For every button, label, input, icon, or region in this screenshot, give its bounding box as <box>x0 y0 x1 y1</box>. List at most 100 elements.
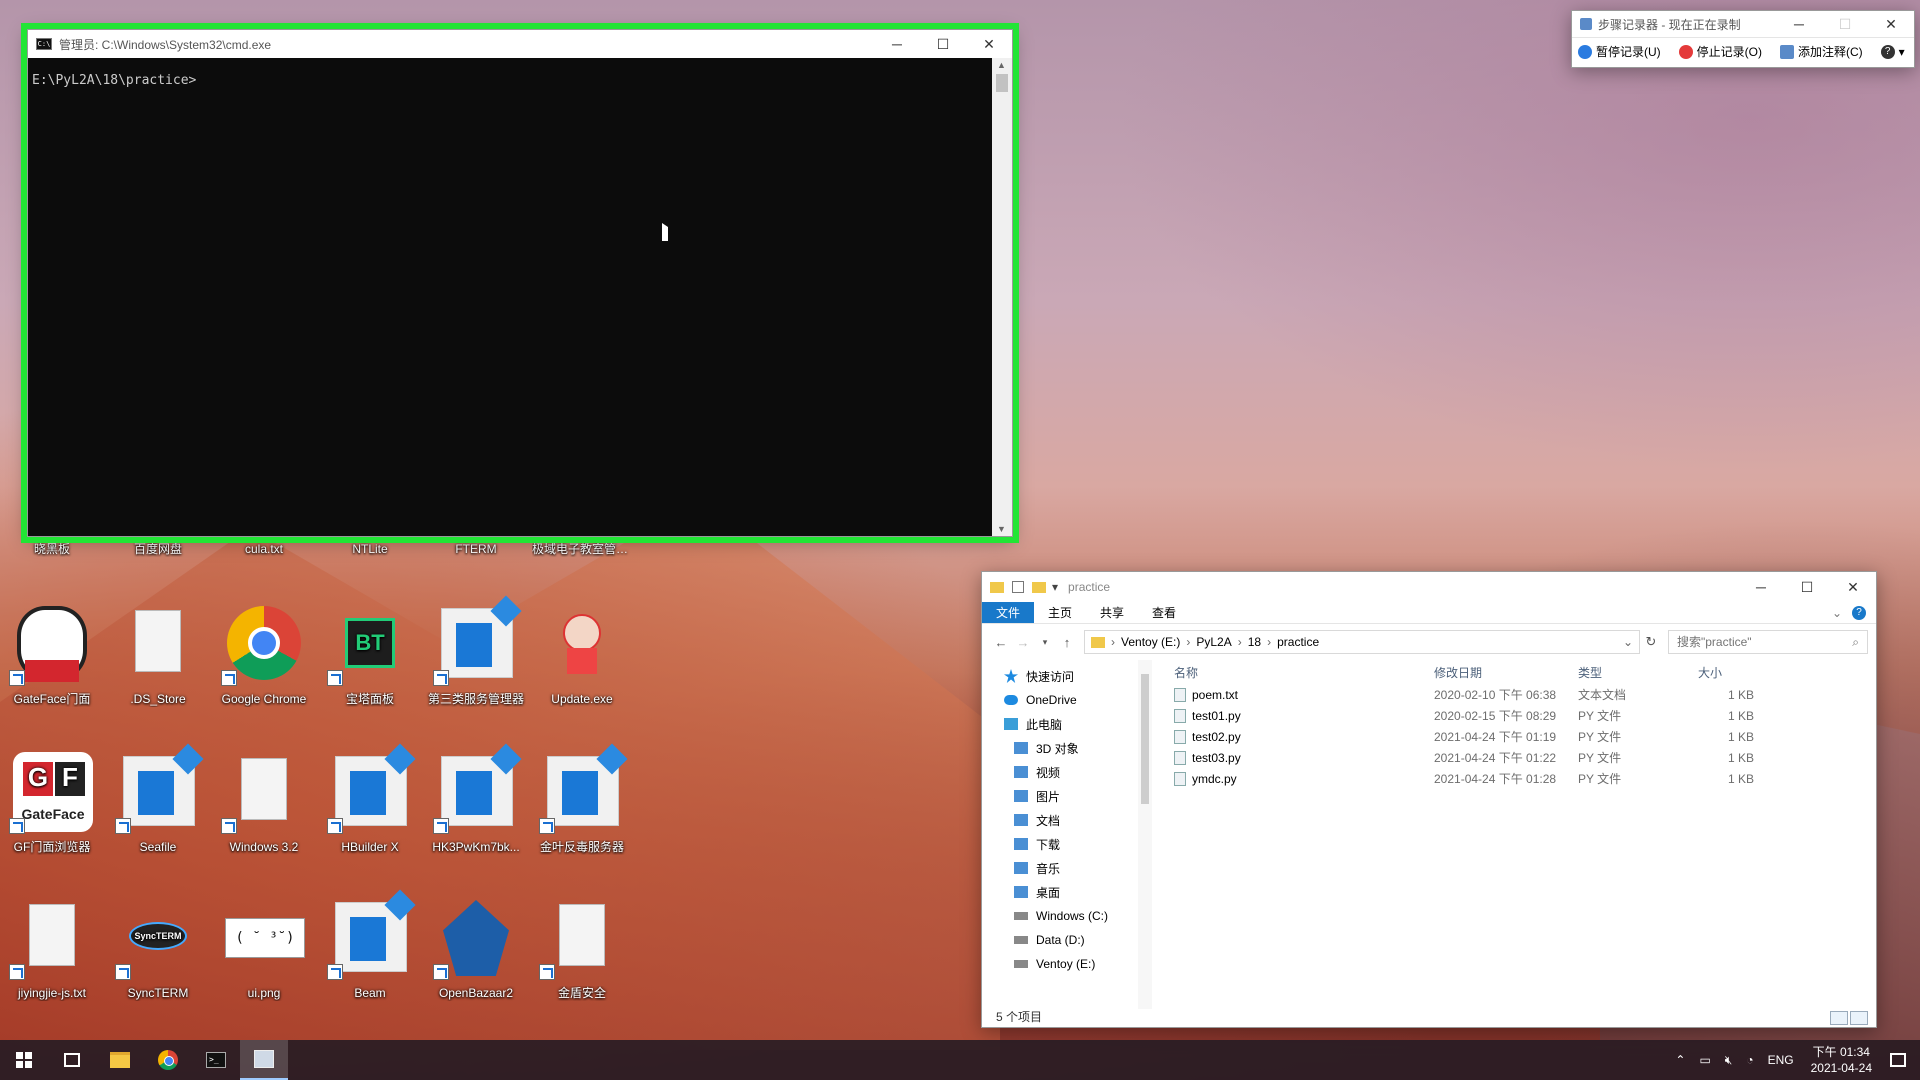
task-view-button[interactable] <box>48 1040 96 1080</box>
desktop-icon[interactable]: Update.exe <box>532 600 632 730</box>
scroll-thumb[interactable] <box>1141 674 1149 804</box>
minimize-button[interactable]: ─ <box>874 29 920 59</box>
volume-muted-icon[interactable]: 🔇︎ <box>1725 1053 1733 1068</box>
nav-item[interactable]: 图片 <box>982 784 1152 808</box>
desktop-icon[interactable]: .DS_Store <box>108 600 208 730</box>
column-size[interactable]: 大小 <box>1694 664 1754 681</box>
taskbar-file-explorer[interactable] <box>96 1040 144 1080</box>
tab-home[interactable]: 主页 <box>1034 602 1086 623</box>
input-language[interactable]: ENG <box>1768 1053 1794 1067</box>
desktop-icon[interactable]: HBuilder X <box>320 743 420 878</box>
cmd-window[interactable]: C:\ 管理员: C:\Windows\System32\cmd.exe ─ ☐… <box>27 29 1013 537</box>
nav-item[interactable]: 3D 对象 <box>982 736 1152 760</box>
nav-item[interactable]: 快速访问 <box>982 664 1152 688</box>
taskbar-cmd[interactable]: >_ <box>192 1040 240 1080</box>
breadcrumb-ventoy[interactable]: Ventoy (E:) <box>1121 635 1180 649</box>
cmd-console[interactable]: E:\PyL2A\18\practice> <box>28 58 994 536</box>
desktop-icon[interactable]: ( ˘ ³˘) ui.png <box>214 894 314 1024</box>
help-icon[interactable]: ? <box>1852 606 1866 620</box>
up-button[interactable]: ↑ <box>1056 635 1078 650</box>
search-input[interactable] <box>1677 635 1853 649</box>
file-row[interactable]: poem.txt 2020-02-10 下午 06:38 文本文档 1 KB <box>1170 684 1876 705</box>
desktop-icon[interactable]: jiyingjie-js.txt <box>2 894 102 1024</box>
maximize-button[interactable]: ☐ <box>1784 572 1830 602</box>
refresh-button[interactable]: ↻ <box>1640 634 1662 650</box>
steps-recorder-window[interactable]: 步骤记录器 - 现在正在录制 ─ ☐ ✕ 暂停记录(U) 停止记录(O) 添加注… <box>1571 10 1915 68</box>
nav-item[interactable]: 下载 <box>982 832 1152 856</box>
file-row[interactable]: test01.py 2020-02-15 下午 08:29 PY 文件 1 KB <box>1170 705 1876 726</box>
clock[interactable]: 下午 01:34 2021-04-24 <box>1811 1044 1872 1076</box>
file-list-pane[interactable]: 名称 修改日期 类型 大小 poem.txt 2020-02-10 下午 06:3… <box>1152 660 1876 1009</box>
column-date[interactable]: 修改日期 <box>1430 664 1574 681</box>
chevron-right-icon[interactable]: › <box>1111 635 1115 649</box>
battery-icon[interactable]: ▭ <box>1699 1053 1710 1067</box>
desktop-icon[interactable]: 金盾安全 <box>532 894 632 1024</box>
nav-item[interactable]: 音乐 <box>982 856 1152 880</box>
breadcrumb-18[interactable]: 18 <box>1248 635 1261 649</box>
nav-item[interactable]: 桌面 <box>982 880 1152 904</box>
maximize-button[interactable]: ☐ <box>1822 9 1868 39</box>
close-button[interactable]: ✕ <box>1868 9 1914 39</box>
maximize-button[interactable]: ☐ <box>920 29 966 59</box>
psr-titlebar[interactable]: 步骤记录器 - 现在正在录制 ─ ☐ ✕ <box>1572 11 1914 37</box>
breadcrumb-pyl2a[interactable]: PyL2A <box>1196 635 1231 649</box>
taskbar-chrome[interactable] <box>144 1040 192 1080</box>
tab-file[interactable]: 文件 <box>982 602 1035 623</box>
back-button[interactable]: ← <box>990 635 1012 650</box>
nav-item[interactable]: Ventoy (E:) <box>982 952 1152 976</box>
column-name[interactable]: 名称 <box>1170 664 1430 681</box>
desktop-icon[interactable]: 金叶反毒服务器 <box>532 743 632 878</box>
file-row[interactable]: ymdc.py 2021-04-24 下午 01:28 PY 文件 1 KB <box>1170 768 1876 789</box>
nav-scrollbar[interactable] <box>1138 660 1152 1009</box>
pause-record-button[interactable]: 暂停记录(U) <box>1578 43 1661 60</box>
desktop-icon[interactable]: Beam <box>320 889 420 1024</box>
add-comment-button[interactable]: 添加注释(C) <box>1780 43 1863 60</box>
file-row[interactable]: test03.py 2021-04-24 下午 01:22 PY 文件 1 KB <box>1170 747 1876 768</box>
search-icon[interactable]: ⌕ <box>1852 635 1859 650</box>
desktop-icon[interactable]: BT 宝塔面板 <box>320 600 420 730</box>
cmd-scrollbar[interactable]: ▲ ▼ <box>992 58 1012 536</box>
tab-view[interactable]: 查看 <box>1138 602 1190 623</box>
nav-item[interactable]: Data (D:) <box>982 928 1152 952</box>
chevron-right-icon[interactable]: › <box>1267 635 1271 649</box>
scroll-up-icon[interactable]: ▲ <box>997 60 1007 70</box>
nav-item[interactable]: 视频 <box>982 760 1152 784</box>
properties-icon[interactable] <box>1012 581 1024 593</box>
nav-item[interactable]: 文档 <box>982 808 1152 832</box>
wifi-icon[interactable]: ◔ <box>1746 1053 1753 1067</box>
desktop-icon[interactable]: G F GateFace GF门面浏览器 <box>2 748 102 878</box>
file-explorer-window[interactable]: ▾ practice ─ ☐ ✕ 文件 主页 共享 查看 ⌄ ? ← → ▾ ↑… <box>981 571 1877 1028</box>
search-box[interactable]: ⌕ <box>1668 630 1868 654</box>
close-button[interactable]: ✕ <box>1830 572 1876 602</box>
new-folder-icon[interactable] <box>1032 581 1046 593</box>
nav-item[interactable]: 此电脑 <box>982 712 1152 736</box>
scroll-thumb[interactable] <box>996 74 1008 92</box>
close-button[interactable]: ✕ <box>966 29 1012 59</box>
expand-ribbon-icon[interactable]: ⌄ <box>1832 606 1842 623</box>
desktop-icon[interactable]: Seafile <box>108 743 208 878</box>
tab-share[interactable]: 共享 <box>1086 602 1138 623</box>
details-view-icon[interactable] <box>1830 1011 1848 1025</box>
desktop-icon[interactable]: OpenBazaar2 <box>426 894 526 1024</box>
start-button[interactable] <box>0 1040 48 1080</box>
nav-item[interactable]: Windows (C:) <box>982 904 1152 928</box>
notification-icon[interactable] <box>1890 1053 1906 1067</box>
column-type[interactable]: 类型 <box>1574 664 1694 681</box>
help-button[interactable]: ? ▾ <box>1880 44 1905 59</box>
navigation-pane[interactable]: 快速访问 OneDrive 此电脑 3D 对象 视频 图片 文档 下载 音乐 桌面 Windows … <box>982 660 1152 1009</box>
minimize-button[interactable]: ─ <box>1738 572 1784 602</box>
scroll-down-icon[interactable]: ▼ <box>997 524 1007 534</box>
qat-dropdown-icon[interactable]: ▾ <box>1052 580 1058 594</box>
chevron-right-icon[interactable]: › <box>1186 635 1190 649</box>
desktop-icon[interactable]: HK3PwKm7bk... <box>426 743 526 878</box>
explorer-titlebar[interactable]: ▾ practice ─ ☐ ✕ <box>982 572 1876 602</box>
breadcrumb-practice[interactable]: practice <box>1277 635 1319 649</box>
desktop-icon[interactable]: 第三类服务管理器 <box>426 595 526 730</box>
minimize-button[interactable]: ─ <box>1776 9 1822 39</box>
forward-button[interactable]: → <box>1012 635 1034 650</box>
taskbar-steps-recorder[interactable] <box>240 1040 288 1080</box>
address-dropdown-icon[interactable]: ⌄ <box>1623 635 1633 649</box>
stop-record-button[interactable]: 停止记录(O) <box>1678 43 1762 60</box>
desktop-icon[interactable]: Windows 3.2 <box>214 748 314 878</box>
recent-locations-icon[interactable]: ▾ <box>1034 637 1056 648</box>
